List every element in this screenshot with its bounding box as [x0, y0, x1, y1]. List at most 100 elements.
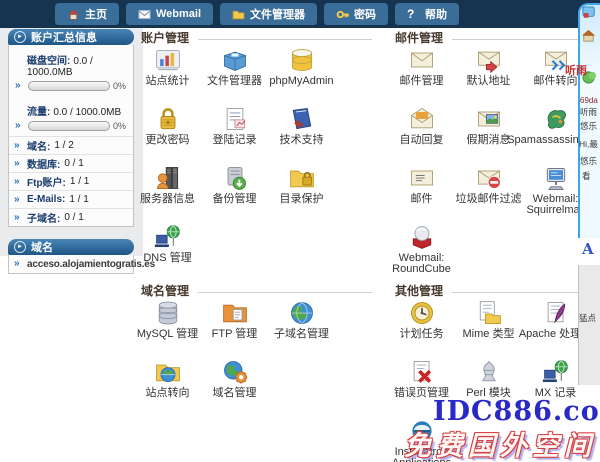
clipped-text-fragment: 听雨	[580, 106, 597, 118]
feature-label: 登陆记录	[213, 135, 257, 146]
section-header: 邮件管理	[388, 30, 580, 44]
backup-icon	[221, 164, 249, 192]
section-divider	[198, 39, 372, 40]
feature-cron-clock[interactable]: 计划任务	[388, 299, 455, 358]
domain-globe-gear-icon	[221, 358, 249, 386]
feature-label: 计划任务	[400, 329, 444, 340]
feature-label: 子域名管理	[274, 329, 329, 340]
feature-default-address-envelope[interactable]: 默认地址	[455, 46, 522, 105]
feature-server-info[interactable]: 服务器信息	[134, 164, 201, 223]
squirrelmail-monitor-icon	[542, 164, 570, 192]
spam-filter-envelope-icon	[475, 164, 503, 192]
tab-webmail[interactable]: Webmail	[126, 3, 213, 25]
section-divider	[198, 292, 372, 293]
feature-label: 假期消息	[467, 135, 511, 146]
section-divider	[452, 292, 578, 293]
section-icon-grid: MySQL 管理 FTP 管理 子域名管理站点转向域名管理	[134, 299, 374, 417]
feature-mail-list-envelope[interactable]: 邮件	[388, 164, 455, 223]
tab-password[interactable]: 密码	[324, 3, 388, 25]
default-address-envelope-icon	[475, 46, 503, 74]
section-title: 其他管理	[395, 282, 443, 299]
clipped-text-fragment: 悠乐	[580, 120, 597, 132]
feature-spam-filter-envelope[interactable]: 垃圾邮件过滤	[455, 164, 522, 223]
feature-label: 更改密码	[146, 135, 190, 146]
feature-label: 目录保护	[280, 194, 324, 205]
top-navigation-bar: 主页 Webmail 文件管理器 密码 ?帮助	[0, 0, 600, 28]
clipped-text-fragment: 悠乐	[580, 155, 597, 167]
auto-reply-envelope-icon	[408, 105, 436, 133]
feature-mime-type[interactable]: Mime 类型	[455, 299, 522, 358]
section-title: 邮件管理	[395, 29, 443, 46]
change-password-lock-icon	[154, 105, 182, 133]
feature-label: 邮件	[411, 194, 433, 205]
error-page-icon	[408, 358, 436, 386]
section-divider	[452, 39, 578, 40]
feature-label: 自动回复	[400, 135, 444, 146]
feature-phpmyadmin-database[interactable]: phpMyAdmin	[268, 46, 335, 105]
clipped-right-window: 听雨69da听雨悠乐Hi,最悠乐看A猛点	[578, 0, 600, 462]
section-header: 域名管理	[134, 283, 374, 297]
feature-dns-computer-globe[interactable]: DNS 管理	[134, 223, 201, 282]
tab-label: 帮助	[425, 6, 447, 22]
tab-label: 文件管理器	[250, 6, 305, 22]
feature-label: 备份管理	[213, 194, 257, 205]
main-content: 账户管理 站点统计文件管理器phpMyAdmin更改密码登陆记录技术支持服务器信…	[0, 0, 600, 462]
watermark-site: IDC886.com	[433, 396, 600, 427]
feature-mysql-database[interactable]: MySQL 管理	[134, 299, 201, 358]
site-redirect-folder-globe-icon	[154, 358, 182, 386]
feature-label: Mime 类型	[463, 329, 515, 340]
feature-tech-support-book[interactable]: 技术支持	[268, 105, 335, 164]
house-icon	[581, 28, 596, 43]
feature-file-manager-box[interactable]: 文件管理器	[201, 46, 268, 105]
clipped-text-fragment: 猛点	[579, 312, 596, 324]
feature-ftp-folder[interactable]: FTP 管理	[201, 299, 268, 358]
feature-subdomain-globe[interactable]: 子域名管理	[268, 299, 335, 358]
feature-mail-envelope[interactable]: 邮件管理	[388, 46, 455, 105]
home-icon	[67, 8, 80, 21]
tab-home[interactable]: 主页	[55, 3, 119, 25]
dns-computer-globe-icon	[154, 223, 182, 251]
login-log-icon	[221, 105, 249, 133]
feature-label: phpMyAdmin	[269, 76, 333, 87]
mail-list-envelope-icon	[408, 164, 436, 192]
clipped-text-fragment: 69da	[580, 96, 598, 105]
feature-label: 垃圾邮件过滤	[456, 194, 522, 205]
clipped-gray-panel	[578, 265, 600, 385]
tab-file-manager[interactable]: 文件管理器	[220, 3, 317, 25]
feature-backup[interactable]: 备份管理	[201, 164, 268, 223]
tech-support-book-icon	[288, 105, 316, 133]
apache-handler-feather-icon	[542, 299, 570, 327]
feature-site-stats[interactable]: 站点统计	[134, 46, 201, 105]
section-header: 账户管理	[134, 30, 374, 44]
mx-record-computer-globe-icon	[542, 358, 570, 386]
feature-domain-globe-gear[interactable]: 域名管理	[201, 358, 268, 417]
key-icon	[336, 8, 349, 21]
folder-icon	[232, 8, 245, 21]
feature-change-password-lock[interactable]: 更改密码	[134, 105, 201, 164]
clipped-text-fragment: A	[582, 240, 594, 258]
section-header: 其他管理	[388, 283, 580, 297]
server-info-icon	[154, 164, 182, 192]
feature-label: Webmail: RoundCube	[383, 253, 461, 275]
tab-label: Webmail	[156, 8, 201, 20]
section-icon-grid: 站点统计文件管理器phpMyAdmin 更改密码 登陆记录技术支持服务器信息备份管理…	[134, 46, 374, 282]
tab-help[interactable]: ?帮助	[395, 3, 459, 25]
webmail-envelope-icon	[138, 8, 151, 21]
feature-roundcube[interactable]: Webmail: RoundCube	[388, 223, 455, 282]
feature-label: 默认地址	[467, 76, 511, 87]
feature-site-redirect-folder-globe[interactable]: 站点转向	[134, 358, 201, 417]
feature-label: 站点统计	[146, 76, 190, 87]
roundcube-icon	[408, 223, 436, 251]
mime-type-icon	[475, 299, 503, 327]
feature-label: 站点转向	[146, 388, 190, 399]
section-account-management: 账户管理 站点统计文件管理器phpMyAdmin 更改密码 登陆记录技术支持服务器信…	[134, 30, 374, 282]
perl-module-icon	[475, 358, 503, 386]
feature-auto-reply-envelope[interactable]: 自动回复	[388, 105, 455, 164]
nav-tabs: 主页 Webmail 文件管理器 密码 ?帮助	[0, 0, 600, 28]
clipped-text-fragment: 看	[582, 170, 591, 182]
feature-login-log[interactable]: 登陆记录	[201, 105, 268, 164]
clipped-text-fragment: Hi,最	[579, 138, 598, 150]
feature-directory-protect-folder[interactable]: 目录保护	[268, 164, 335, 223]
section-mail-management: 邮件管理 邮件管理默认地址邮件转向自动回复假期消息Spamassassin 设置…	[388, 30, 580, 282]
feature-label: FTP 管理	[212, 329, 258, 340]
